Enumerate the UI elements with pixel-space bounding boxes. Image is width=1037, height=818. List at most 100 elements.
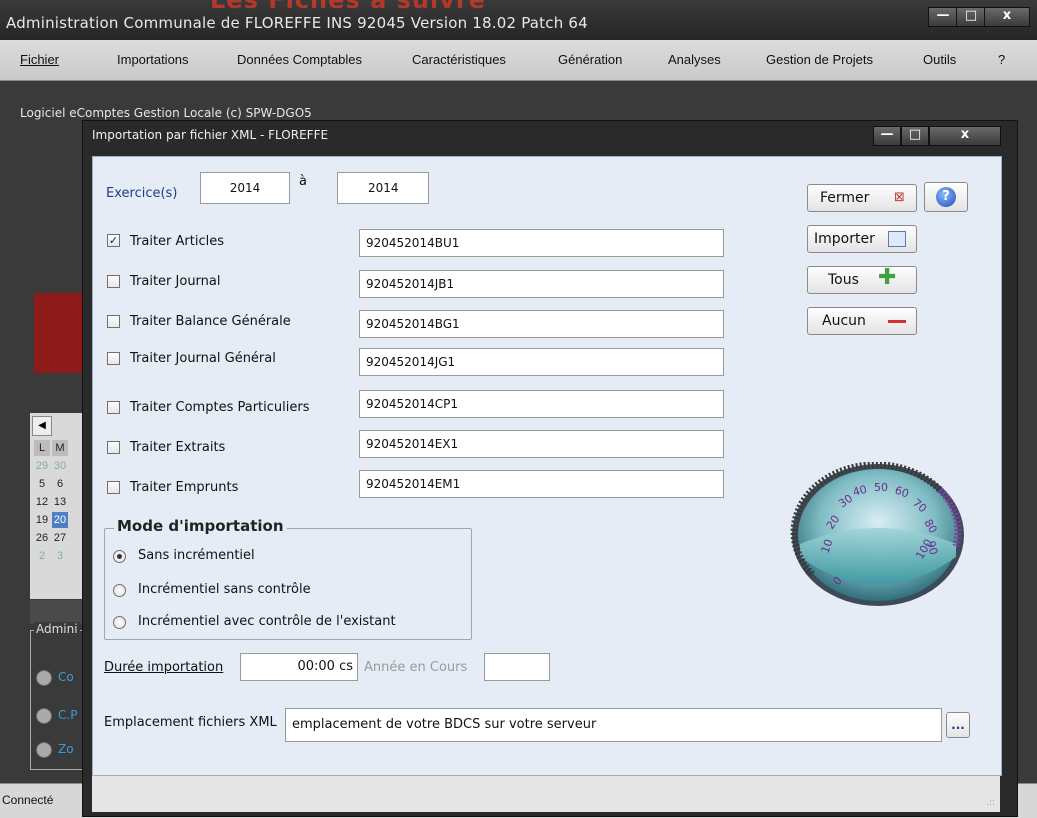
- exercise-to-input[interactable]: 2014: [337, 172, 429, 204]
- dialog-minimize-button[interactable]: —: [873, 126, 901, 146]
- menu-generation[interactable]: Génération: [558, 52, 622, 67]
- calendar-day[interactable]: 29: [34, 458, 50, 474]
- dialog-footer: [92, 775, 1000, 812]
- aucun-button[interactable]: Aucun: [807, 307, 917, 335]
- chk-comptes-particuliers-label: Traiter Comptes Particuliers: [130, 400, 310, 415]
- main-minimize-button[interactable]: —: [928, 7, 958, 27]
- chk-journal[interactable]: [107, 275, 120, 288]
- progress-gauge: 0 10 20 30 40 50 60 70 80 90 100: [790, 462, 964, 606]
- calendar-prev-icon[interactable]: ◀: [32, 416, 52, 436]
- tous-button-label: Tous: [828, 272, 859, 288]
- dialog-title: Importation par fichier XML - FLOREFFE: [92, 128, 329, 142]
- gauge-tick-50: 50: [874, 481, 888, 494]
- importer-button-label: Importer: [814, 231, 875, 247]
- admin-radio-3-label: Zo: [58, 742, 74, 756]
- admin-group-label: Admini: [34, 622, 80, 636]
- chk-journal-general-label: Traiter Journal Général: [130, 351, 276, 366]
- chk-extraits-label: Traiter Extraits: [130, 440, 226, 455]
- calendar-day[interactable]: 5: [34, 476, 50, 492]
- tous-button[interactable]: Tous ✚: [807, 265, 917, 294]
- browse-button[interactable]: ...: [946, 712, 970, 738]
- menu-donnees-comptables[interactable]: Données Comptables: [237, 52, 362, 67]
- duree-input[interactable]: 00:00 cs: [240, 653, 358, 681]
- admin-radio-2[interactable]: [36, 708, 52, 724]
- admin-radio-1[interactable]: [36, 670, 52, 686]
- calendar-day[interactable]: 30: [52, 458, 68, 474]
- chk-journal-general[interactable]: [107, 352, 120, 365]
- chk-comptes-particuliers[interactable]: [107, 401, 120, 414]
- exercise-label: Exercice(s): [106, 186, 178, 201]
- mode-radio-sans-incrementiel-label: Sans incrémentiel: [138, 548, 255, 563]
- chk-emprunts[interactable]: [107, 481, 120, 494]
- journal-file-input[interactable]: 920452014JB1: [359, 270, 724, 298]
- menu-gestion-de-projets[interactable]: Gestion de Projets: [766, 52, 873, 67]
- chk-balance-generale[interactable]: [107, 315, 120, 328]
- menu-outils[interactable]: Outils: [923, 52, 956, 67]
- menu-bar: Fichier Importations Données Comptables …: [0, 40, 1037, 81]
- calendar-header: M: [52, 440, 68, 456]
- exercise-to-label: à: [299, 174, 307, 189]
- calendar-day[interactable]: 13: [52, 494, 68, 510]
- menu-fichier[interactable]: Fichier: [20, 52, 59, 67]
- admin-radio-1-label: Co: [58, 670, 74, 684]
- calendar-day[interactable]: 2: [34, 548, 50, 564]
- main-window-title: Administration Communale de FLOREFFE INS…: [6, 14, 588, 32]
- exercise-from-input[interactable]: 2014: [200, 172, 290, 204]
- calendar-day[interactable]: 19: [34, 512, 50, 528]
- admin-radio-3[interactable]: [36, 742, 52, 758]
- help-icon: ?: [936, 187, 956, 207]
- admin-radio-2-label: C.P: [58, 708, 78, 722]
- close-x-icon: ⊠: [894, 190, 905, 205]
- minus-icon: [888, 320, 906, 323]
- software-copyright: Logiciel eComptes Gestion Locale (c) SPW…: [20, 106, 312, 120]
- fermer-button[interactable]: Fermer ⊠: [807, 184, 917, 212]
- calendar-day[interactable]: 3: [52, 548, 68, 564]
- aucun-button-label: Aucun: [822, 313, 866, 329]
- duree-label: Durée importation: [104, 660, 224, 675]
- menu-caracteristiques[interactable]: Caractéristiques: [412, 52, 506, 67]
- calendar-day[interactable]: 27: [52, 530, 68, 546]
- main-close-button[interactable]: x: [984, 7, 1030, 27]
- chk-articles-label: Traiter Articles: [130, 234, 225, 249]
- dialog-maximize-button[interactable]: □: [901, 126, 929, 146]
- status-connection: Connecté: [2, 793, 54, 807]
- menu-help[interactable]: ?: [998, 52, 1005, 67]
- calendar-header: L: [34, 440, 50, 456]
- chk-emprunts-label: Traiter Emprunts: [130, 480, 239, 495]
- comptes-particuliers-file-input[interactable]: 920452014CP1: [359, 390, 724, 418]
- chk-journal-label: Traiter Journal: [130, 274, 221, 289]
- edit-note-icon: [888, 231, 906, 247]
- emplacement-input[interactable]: emplacement de votre BDCS sur votre serv…: [285, 708, 942, 742]
- main-maximize-button[interactable]: □: [956, 7, 986, 27]
- calendar-day-selected[interactable]: 20: [52, 512, 68, 528]
- calendar-day[interactable]: 6: [52, 476, 68, 492]
- balance-generale-file-input[interactable]: 920452014BG1: [359, 310, 724, 338]
- help-button[interactable]: ?: [924, 182, 968, 212]
- annee-label: Année en Cours: [364, 660, 468, 675]
- importer-button[interactable]: Importer: [807, 225, 917, 253]
- emplacement-label: Emplacement fichiers XML: [104, 715, 277, 730]
- mode-radio-incrementiel-avec-controle-label: Incrémentiel avec contrôle de l'existant: [138, 614, 396, 629]
- mode-radio-incrementiel-avec-controle[interactable]: [113, 616, 126, 629]
- plus-icon: ✚: [878, 265, 897, 290]
- chk-balance-generale-label: Traiter Balance Générale: [130, 314, 291, 329]
- annee-input[interactable]: [484, 653, 550, 681]
- calendar-footer: [30, 600, 90, 624]
- chk-extraits[interactable]: [107, 441, 120, 454]
- menu-importations[interactable]: Importations: [117, 52, 189, 67]
- mode-radio-incrementiel-sans-controle[interactable]: [113, 584, 126, 597]
- dialog-close-button[interactable]: x: [929, 126, 1001, 146]
- fermer-button-label: Fermer: [820, 190, 870, 206]
- mode-radio-incrementiel-sans-controle-label: Incrémentiel sans contrôle: [138, 582, 311, 597]
- menu-analyses[interactable]: Analyses: [668, 52, 721, 67]
- journal-general-file-input[interactable]: 920452014JG1: [359, 348, 724, 376]
- calendar-day[interactable]: 26: [34, 530, 50, 546]
- extraits-file-input[interactable]: 920452014EX1: [359, 430, 724, 458]
- background-heading-text: Les Fiches à suivre: [210, 0, 486, 14]
- chk-articles[interactable]: ✓: [107, 234, 120, 247]
- emprunts-file-input[interactable]: 920452014EM1: [359, 470, 724, 498]
- articles-file-input[interactable]: 920452014BU1: [359, 229, 724, 257]
- resize-grip-icon[interactable]: .::: [986, 798, 995, 808]
- mode-radio-sans-incrementiel[interactable]: [113, 550, 126, 563]
- calendar-day[interactable]: 12: [34, 494, 50, 510]
